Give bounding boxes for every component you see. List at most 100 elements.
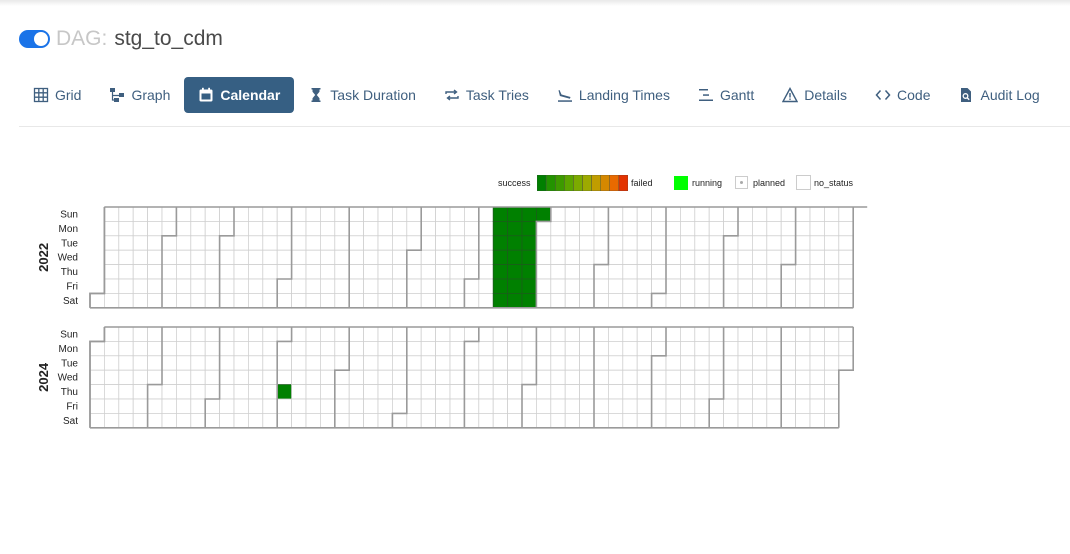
day-cell[interactable] xyxy=(377,278,393,294)
day-cell[interactable] xyxy=(334,412,350,429)
day-cell[interactable] xyxy=(780,340,797,357)
day-cell[interactable] xyxy=(262,235,278,251)
day-cell[interactable] xyxy=(175,369,192,385)
day-cell[interactable] xyxy=(809,384,825,400)
day-cell[interactable] xyxy=(449,220,465,237)
day-cell[interactable] xyxy=(161,384,177,400)
day-cell[interactable] xyxy=(247,355,264,371)
day-cell[interactable] xyxy=(161,412,177,429)
day-cell[interactable] xyxy=(550,355,566,371)
day-cell[interactable] xyxy=(190,293,206,309)
day-cell[interactable] xyxy=(651,355,667,371)
day-cell[interactable] xyxy=(262,264,278,280)
day-cell[interactable] xyxy=(608,326,624,342)
day-cell[interactable] xyxy=(752,340,768,357)
day-cell[interactable] xyxy=(420,369,437,385)
day-cell[interactable] xyxy=(262,355,278,371)
day-cell[interactable] xyxy=(147,384,163,400)
day-cell[interactable] xyxy=(89,398,105,414)
day-cell[interactable] xyxy=(104,235,120,251)
day-cell[interactable] xyxy=(737,412,753,429)
day-cell[interactable] xyxy=(579,369,595,385)
day-cell[interactable] xyxy=(651,220,667,237)
day-cell[interactable] xyxy=(406,206,422,222)
day-cell[interactable] xyxy=(593,278,609,294)
day-cell[interactable] xyxy=(665,249,681,266)
day-cell[interactable] xyxy=(190,355,206,371)
day-cell[interactable] xyxy=(593,412,609,429)
day-cell[interactable] xyxy=(291,235,307,251)
day-cell[interactable] xyxy=(348,384,365,400)
day-cell[interactable] xyxy=(175,264,192,280)
day-cell-success[interactable] xyxy=(507,206,523,222)
day-cell[interactable] xyxy=(766,220,782,237)
day-cell[interactable] xyxy=(492,355,509,371)
day-cell[interactable] xyxy=(593,220,609,237)
day-cell[interactable] xyxy=(579,220,595,237)
day-cell[interactable] xyxy=(795,249,811,266)
day-cell[interactable] xyxy=(334,264,350,280)
day-cell[interactable] xyxy=(319,412,336,429)
day-cell[interactable] xyxy=(247,340,264,357)
day-cell[interactable] xyxy=(737,264,753,280)
tab-details[interactable]: Details xyxy=(768,77,861,113)
day-cell[interactable] xyxy=(564,278,581,294)
day-cell[interactable] xyxy=(276,326,293,342)
day-cell[interactable] xyxy=(651,206,667,222)
day-cell[interactable] xyxy=(363,235,379,251)
day-cell[interactable] xyxy=(536,384,552,400)
day-cell[interactable] xyxy=(824,326,840,342)
day-cell[interactable] xyxy=(824,249,840,266)
day-cell[interactable] xyxy=(608,220,624,237)
day-cell[interactable] xyxy=(723,369,739,385)
day-cell[interactable] xyxy=(680,384,696,400)
day-cell[interactable] xyxy=(795,398,811,414)
day-cell[interactable] xyxy=(334,326,350,342)
day-cell-success[interactable] xyxy=(536,206,552,222)
day-cell[interactable] xyxy=(622,398,638,414)
day-cell[interactable] xyxy=(838,235,854,251)
day-cell[interactable] xyxy=(104,249,120,266)
day-cell[interactable] xyxy=(247,293,264,309)
day-cell[interactable] xyxy=(305,235,321,251)
day-cell[interactable] xyxy=(161,206,177,222)
day-cell[interactable] xyxy=(766,412,782,429)
day-cell[interactable] xyxy=(550,412,566,429)
day-cell[interactable] xyxy=(737,206,753,222)
day-cell[interactable] xyxy=(334,278,350,294)
day-cell[interactable] xyxy=(838,264,854,280)
day-cell[interactable] xyxy=(752,398,768,414)
day-cell[interactable] xyxy=(838,206,854,222)
day-cell[interactable] xyxy=(219,398,235,414)
day-cell[interactable] xyxy=(334,249,350,266)
day-cell[interactable] xyxy=(536,412,552,429)
day-cell[interactable] xyxy=(449,293,465,309)
day-cell[interactable] xyxy=(291,278,307,294)
day-cell[interactable] xyxy=(708,206,725,222)
day-cell[interactable] xyxy=(161,235,177,251)
day-cell[interactable] xyxy=(247,412,264,429)
day-cell[interactable] xyxy=(478,293,494,309)
day-cell[interactable] xyxy=(118,369,134,385)
day-cell[interactable] xyxy=(536,340,552,357)
tab-calendar[interactable]: Calendar xyxy=(184,77,295,113)
day-cell[interactable] xyxy=(680,206,696,222)
day-cell[interactable] xyxy=(824,220,840,237)
day-cell[interactable] xyxy=(247,398,264,414)
day-cell[interactable] xyxy=(550,249,566,266)
day-cell[interactable] xyxy=(233,326,249,342)
day-cell[interactable] xyxy=(463,340,480,357)
day-cell[interactable] xyxy=(665,235,681,251)
day-cell[interactable] xyxy=(636,220,653,237)
day-cell[interactable] xyxy=(233,206,249,222)
day-cell[interactable] xyxy=(463,384,480,400)
day-cell[interactable] xyxy=(521,412,537,429)
day-cell[interactable] xyxy=(665,340,681,357)
day-cell[interactable] xyxy=(708,340,725,357)
day-cell[interactable] xyxy=(809,340,825,357)
day-cell[interactable] xyxy=(463,220,480,237)
day-cell[interactable] xyxy=(723,206,739,222)
day-cell[interactable] xyxy=(665,384,681,400)
day-cell[interactable] xyxy=(319,264,336,280)
day-cell[interactable] xyxy=(348,340,365,357)
